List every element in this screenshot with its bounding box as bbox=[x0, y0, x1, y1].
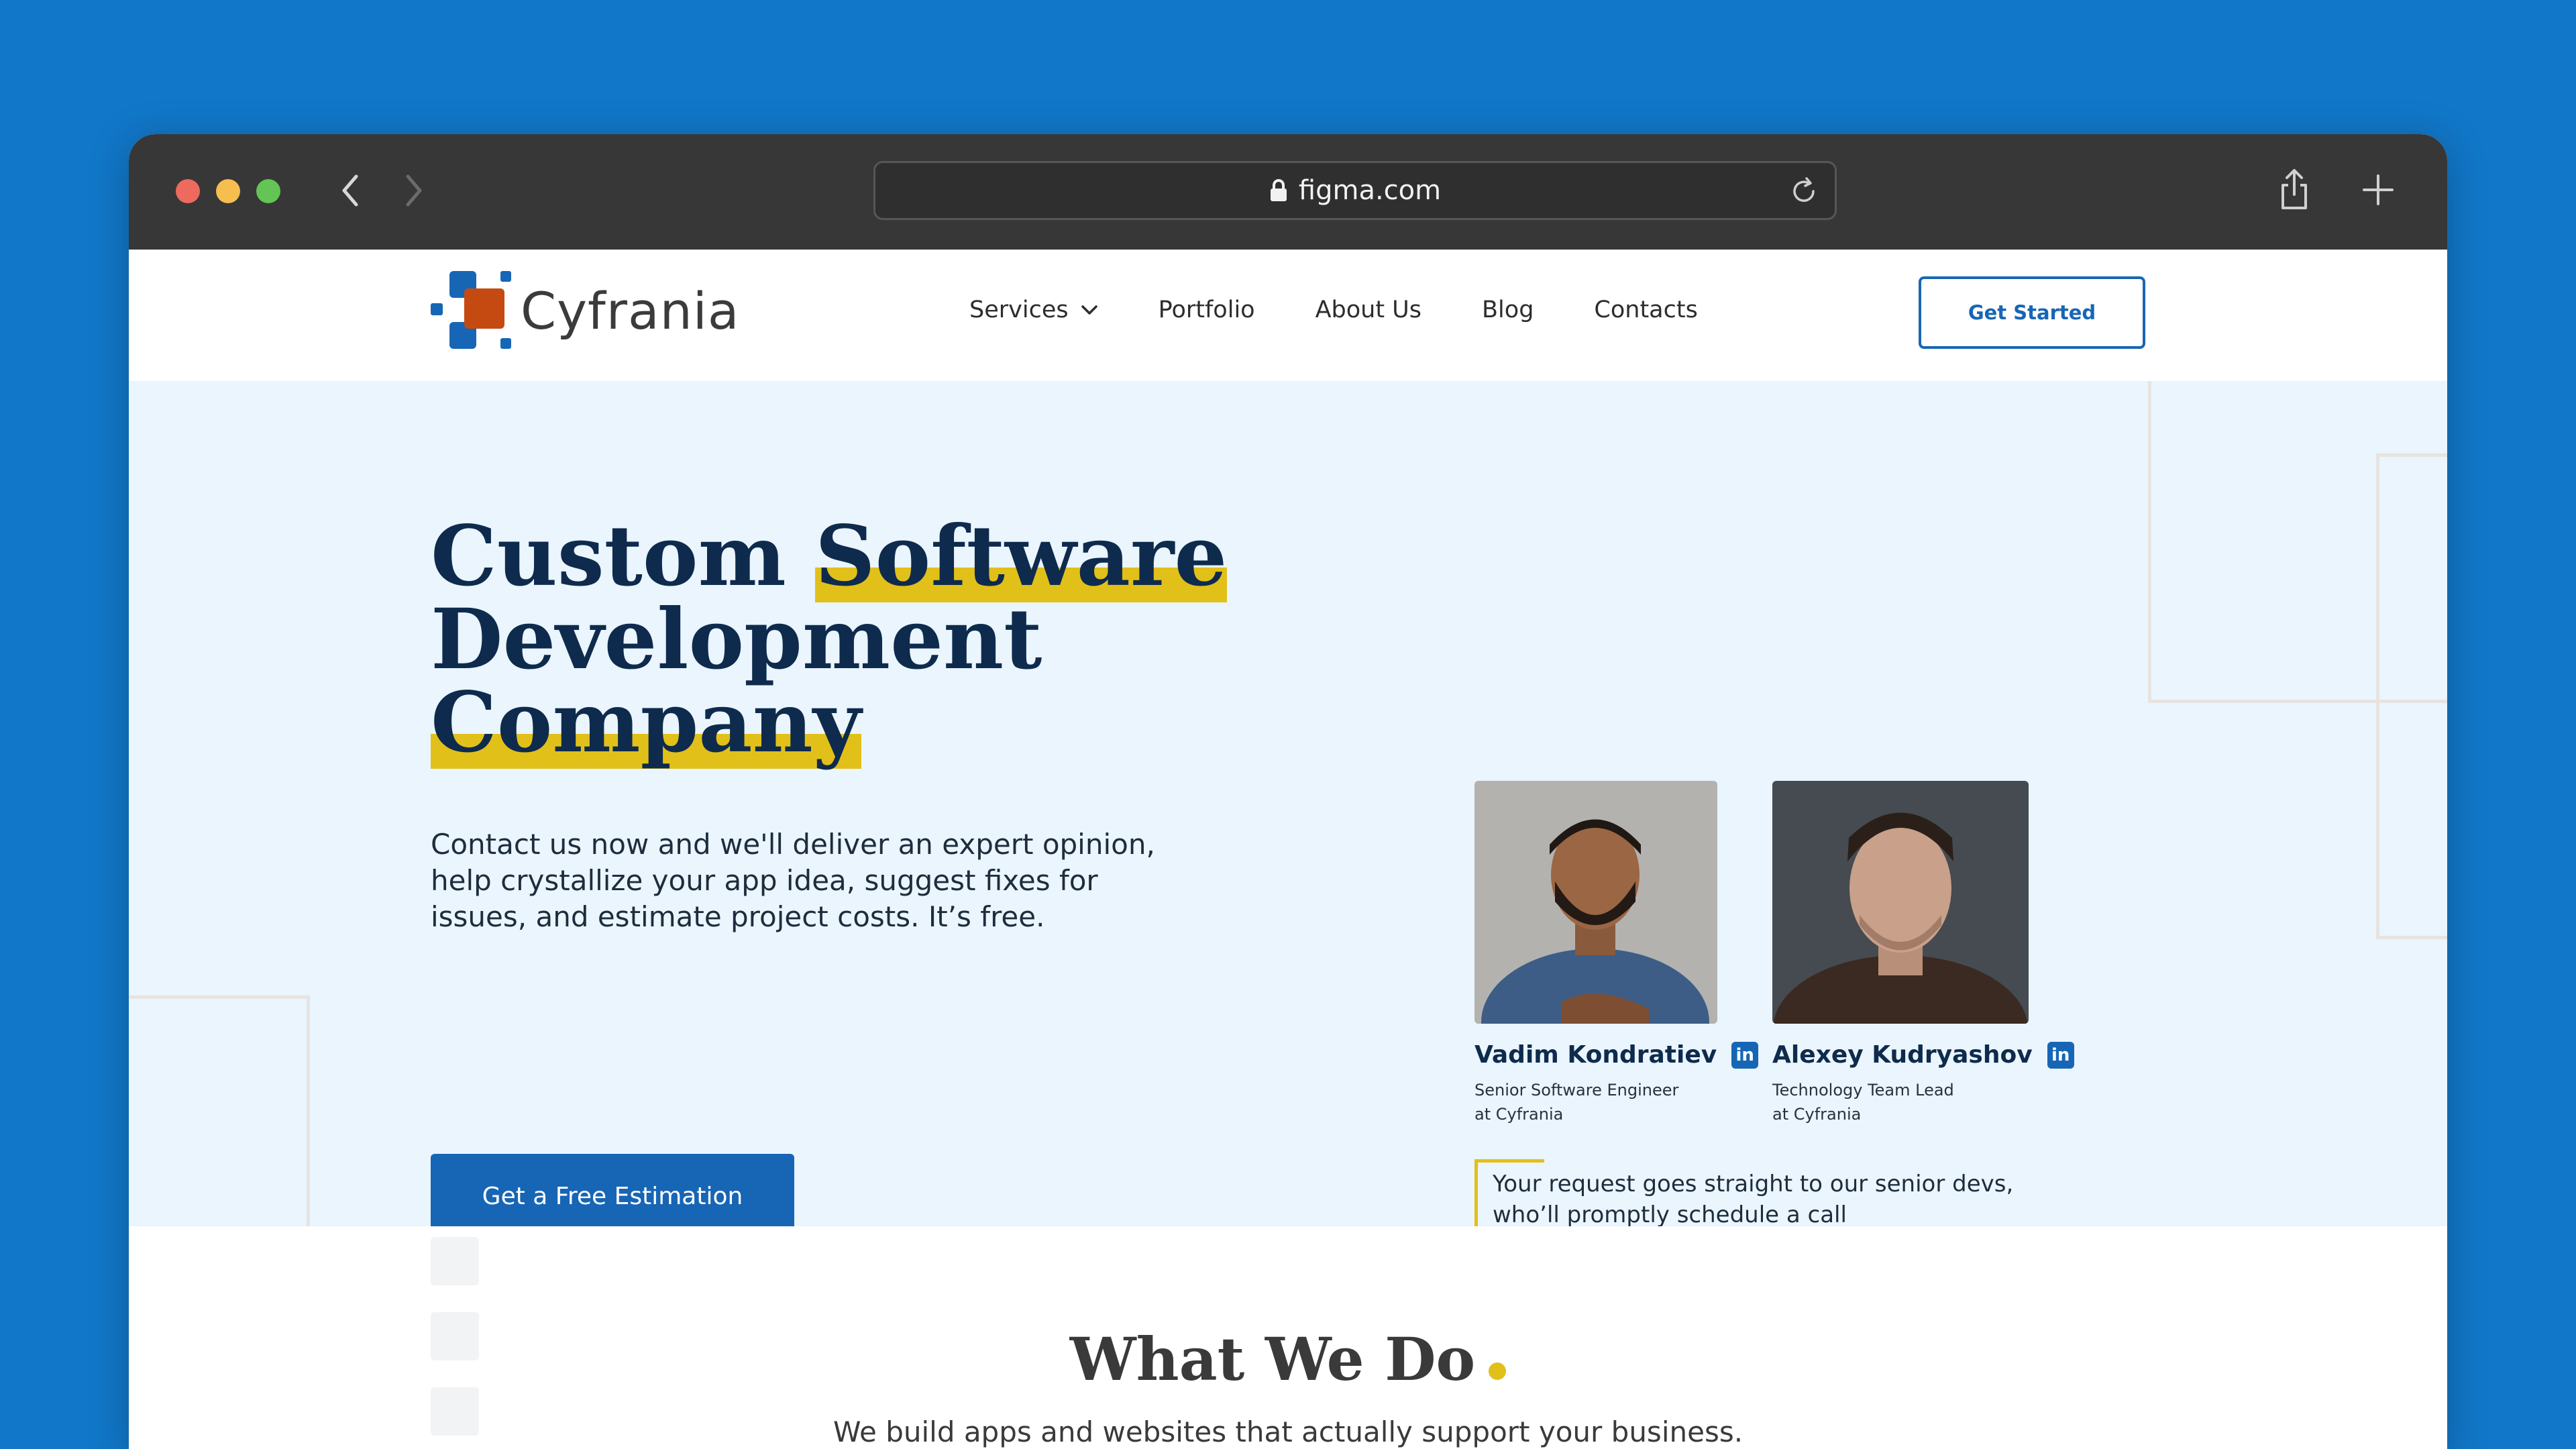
address-bar[interactable]: figma.com bbox=[873, 161, 1837, 220]
chevron-right-icon bbox=[406, 174, 422, 207]
lock-icon bbox=[1270, 179, 1287, 201]
team-photo-avatar bbox=[1772, 781, 2029, 1103]
close-window-button[interactable] bbox=[176, 179, 200, 203]
role-title: Senior Software Engineer bbox=[1474, 1081, 1679, 1099]
decorative-frame bbox=[129, 996, 310, 1226]
chevron-left-icon bbox=[342, 174, 358, 207]
hero-description: Contact us now and we'll deliver an expe… bbox=[431, 828, 1155, 933]
chevron-down-icon bbox=[1081, 305, 1097, 315]
logo[interactable]: Cyfrania bbox=[431, 270, 739, 352]
what-we-do-section: What We Do We build apps and websites th… bbox=[129, 1226, 2447, 1449]
person-role: Technology Team Lead at Cyfrania bbox=[1772, 1078, 2074, 1126]
plus-icon[interactable] bbox=[2358, 168, 2398, 212]
nav-item-blog[interactable]: Blog bbox=[1482, 297, 1534, 323]
request-note: Your request goes straight to our senior… bbox=[1474, 1159, 2051, 1226]
team-card: Alexey Kudryashov in Technology Team Lea… bbox=[1772, 781, 2074, 1126]
share-icon[interactable] bbox=[2277, 168, 2311, 212]
accent-dot bbox=[1489, 1362, 1507, 1380]
reload-icon[interactable] bbox=[1789, 176, 1819, 206]
nav-item-contacts[interactable]: Contacts bbox=[1594, 297, 1697, 323]
person-role: Senior Software Engineer at Cyfrania bbox=[1474, 1078, 1758, 1126]
nav-item-about-us[interactable]: About Us bbox=[1316, 297, 1421, 323]
forward-button[interactable] bbox=[394, 169, 434, 212]
person-name: Vadim Kondratiev in bbox=[1474, 1041, 1759, 1069]
main-nav: Services Portfolio About Us Blog Contact… bbox=[969, 297, 1758, 323]
headline-line: Custom Software bbox=[431, 515, 1227, 598]
note-line: Your request goes straight to our senior… bbox=[1493, 1171, 2014, 1197]
headline-line: Development bbox=[431, 591, 1042, 688]
person-name: Alexey Kudryashov in bbox=[1772, 1041, 2074, 1069]
cyfrania-logo-icon bbox=[431, 271, 511, 349]
section-subtitle: We build apps and websites that actually… bbox=[833, 1415, 1743, 1448]
nav-item-services[interactable]: Services bbox=[969, 297, 1098, 323]
headline-line: Company bbox=[431, 682, 1227, 765]
team-card: Vadim Kondratiev in Senior Software Engi… bbox=[1474, 781, 1759, 1126]
linkedin-icon[interactable]: in bbox=[1731, 1041, 1759, 1069]
headline-highlight: Software bbox=[815, 508, 1228, 605]
role-company: at Cyfrania bbox=[1474, 1105, 1564, 1124]
linkedin-icon[interactable]: in bbox=[2047, 1041, 2074, 1069]
free-estimation-button[interactable]: Get a Free Estimation bbox=[431, 1154, 794, 1226]
browser-window: figma.com Cyfrania Services Portfolio Ab… bbox=[129, 134, 2447, 1449]
url-text: figma.com bbox=[1298, 175, 1442, 206]
minimize-window-button[interactable] bbox=[216, 179, 240, 203]
person-name-text: Alexey Kudryashov bbox=[1772, 1041, 2033, 1069]
hero-section: Custom Software Development Company Cont… bbox=[129, 381, 2447, 1226]
site-header: Cyfrania Services Portfolio About Us Blo… bbox=[129, 250, 2447, 381]
get-started-button[interactable]: Get Started bbox=[1919, 276, 2145, 349]
browser-toolbar: figma.com bbox=[129, 134, 2447, 250]
section-title-text: What We Do bbox=[1069, 1324, 1476, 1394]
note-line: who’ll promptly schedule a call bbox=[1493, 1201, 1847, 1226]
maximize-window-button[interactable] bbox=[256, 179, 280, 203]
decorative-frame bbox=[2376, 453, 2447, 939]
back-button[interactable] bbox=[330, 169, 370, 212]
nav-item-portfolio[interactable]: Portfolio bbox=[1159, 297, 1255, 323]
role-title: Technology Team Lead bbox=[1772, 1081, 1954, 1099]
team-photo-avatar bbox=[1474, 781, 1717, 1096]
hero-headline: Custom Software Development Company bbox=[431, 515, 1227, 765]
section-title: What We Do bbox=[129, 1324, 2447, 1394]
headline-highlight: Company bbox=[431, 674, 861, 771]
nav-item-label: Services bbox=[969, 297, 1069, 323]
logo-text: Cyfrania bbox=[521, 280, 740, 341]
person-name-text: Vadim Kondratiev bbox=[1474, 1041, 1717, 1069]
role-company: at Cyfrania bbox=[1772, 1105, 1862, 1124]
decorative-square bbox=[431, 1237, 479, 1285]
